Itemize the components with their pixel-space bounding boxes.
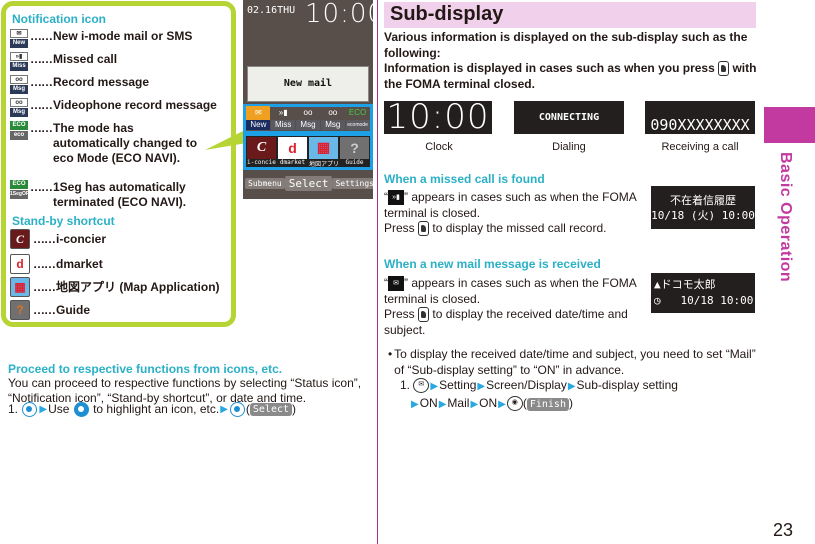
notif-bar-eco[interactable]: ECO ecomode	[345, 106, 370, 130]
notification-item-record-message: oo Msg …… Record message	[10, 75, 149, 95]
finish-softkey-label: Finish	[526, 398, 569, 411]
page-number: 23	[773, 520, 794, 540]
arrow-icon: ▶	[220, 404, 228, 415]
center-key-icon	[22, 402, 38, 417]
notification-heading: Notification icon	[12, 12, 106, 26]
shortcut-item-i-concier: C …… i-concier	[10, 229, 106, 249]
sub-display-receiving: 090XXXXXXXX	[645, 101, 755, 134]
missed-call-icon: »▮	[388, 190, 404, 206]
arrow-icon: ▶	[498, 399, 506, 410]
select-softkey-label: Select	[249, 403, 293, 416]
arrow-icon: ▶	[411, 399, 419, 410]
sub-display-dialing: CONNECTING	[514, 101, 624, 134]
standby-shortcut-bar: Ci-concier ddmarket ▦地図アプリ ?Guide	[243, 133, 373, 170]
eco-mode-icon: ECO eco	[10, 121, 28, 141]
guide-icon: ?	[10, 300, 30, 320]
notif-bar-miss[interactable]: »▮ Miss	[271, 106, 296, 130]
new-mail-icon: ✉ New	[10, 29, 28, 49]
phone-date: 02.16THU	[247, 5, 296, 16]
side-key-icon	[418, 307, 430, 323]
notification-item-videophone-record: oo Msg …… Videophone record message	[10, 98, 217, 118]
missed-call-body: “»▮” appears in cases such as when the F…	[384, 190, 637, 237]
new-mail-icon: ✉	[255, 108, 262, 117]
shortcut-heading: Stand-by shortcut	[12, 214, 115, 228]
dmarket-icon: d	[278, 136, 307, 159]
arrow-icon: ▶	[567, 381, 576, 392]
arrow-icon: ▶	[470, 399, 479, 410]
chapter-tab	[764, 107, 815, 143]
shortcut-item-map-app: ▦ …… 地図アプリ (Map Application)	[10, 277, 220, 297]
notif-bar-msg[interactable]: oo Msg	[295, 106, 320, 130]
guide-icon: ?	[340, 136, 369, 159]
notification-item-missed-call: »▮ Miss …… Missed call	[10, 52, 117, 72]
mail-setting-note: • To display the received date/time and s…	[388, 347, 756, 377]
shortcut-dmarket[interactable]: d dmarket	[278, 136, 307, 167]
notification-item-eco-mode: ECO eco …… The mode has automatically cha…	[10, 121, 225, 166]
side-key-icon	[718, 61, 730, 77]
arrow-icon: ▶	[430, 381, 439, 392]
map-app-icon: ▦	[309, 136, 338, 159]
shortcut-item-guide: ? …… Guide	[10, 300, 90, 320]
proceed-step: 1. ▶ Use to highlight an icon, etc. ▶ (S…	[8, 402, 297, 417]
notification-icon-bar: ✉ New »▮ Miss oo Msg oo Msg ECO ecomode	[243, 104, 373, 134]
shortcut-map-app[interactable]: ▦ 地図アプリ	[309, 136, 338, 168]
sub-display-clock: 10:00	[384, 100, 492, 134]
oneseg-off-icon: ECO 1SegOFF	[10, 180, 32, 199]
dmarket-icon: d	[10, 254, 30, 274]
caption-clock: Clock	[425, 141, 453, 153]
shortcut-i-concier[interactable]: Ci-concier	[247, 136, 276, 167]
center-key-icon	[229, 402, 245, 417]
notification-item-oneseg-off: ECO 1SegOFF …… 1Seg has automatically ter…	[10, 180, 187, 209]
new-mail-popup[interactable]: New mail	[247, 66, 369, 102]
missed-call-icon: »▮ Miss	[10, 52, 28, 72]
person-icon: ▲	[654, 278, 661, 291]
i-concier-icon: C	[247, 136, 276, 159]
record-message-icon: oo Msg	[10, 75, 28, 95]
notification-item-new-mail: ✉ New …… New i-mode mail or SMS	[10, 29, 192, 49]
phone-time: 10:00	[305, 0, 373, 29]
soft-key-bar: Submenu Select Settings	[243, 172, 373, 194]
record-message-icon: oo	[303, 108, 313, 117]
section-title: Sub-display	[390, 3, 504, 25]
caption-dialing: Dialing	[552, 141, 586, 153]
sub-display-intro: Various information is displayed on the …	[384, 30, 757, 91]
shortcut-guide[interactable]: ? Guide	[340, 136, 369, 167]
missed-call-icon: »▮	[278, 108, 288, 117]
sub-display-missed-call: 不在着信履歴 10/18 (火) 10:00	[651, 186, 755, 229]
missed-call-title: When a missed call is found	[384, 172, 545, 186]
select-softkey[interactable]: Select	[284, 175, 333, 191]
new-mail-title: When a new mail message is received	[384, 257, 601, 271]
submenu-softkey[interactable]: Submenu	[245, 177, 285, 189]
arrow-icon: ▶	[438, 399, 447, 410]
map-app-icon: ▦	[10, 277, 30, 297]
videophone-record-icon: oo Msg	[10, 98, 28, 118]
camera-key-icon: ◉	[506, 396, 523, 412]
i-concier-icon: C	[10, 229, 30, 249]
settings-softkey[interactable]: Settings	[332, 177, 373, 189]
mail-setting-step: 1. ✉ ▶Setting▶Screen/Display▶Sub-display …	[400, 378, 678, 412]
notif-bar-new[interactable]: ✉ New	[246, 106, 271, 130]
eco-mode-icon: ECO	[348, 108, 367, 117]
navigation-key-icon	[73, 402, 89, 417]
proceed-title: Proceed to respective functions from ico…	[8, 362, 283, 376]
new-mail-body: “✉” appears in cases such as when the FO…	[384, 276, 637, 337]
phone-screen: 02.16THU 10:00 New mail ✉New »▮Miss ooMs…	[243, 0, 373, 199]
new-mail-icon: ✉	[388, 276, 404, 292]
clock-icon: ◷	[654, 294, 661, 307]
notif-bar-video-msg[interactable]: oo Msg	[320, 106, 345, 130]
chapter-label: Basic Operation	[777, 152, 794, 283]
sub-display-new-mail: ▲ドコモ太郎 ◷ 10/18 10:00	[651, 273, 755, 313]
caption-receiving: Receiving a call	[661, 141, 739, 153]
menu-key-icon: ✉	[413, 378, 430, 394]
side-key-icon	[418, 221, 430, 237]
shortcut-item-dmarket: d …… dmarket	[10, 254, 103, 274]
arrow-icon: ▶	[477, 381, 486, 392]
videophone-record-icon: oo	[328, 108, 338, 117]
column-divider	[377, 0, 378, 544]
arrow-icon: ▶	[39, 404, 48, 415]
